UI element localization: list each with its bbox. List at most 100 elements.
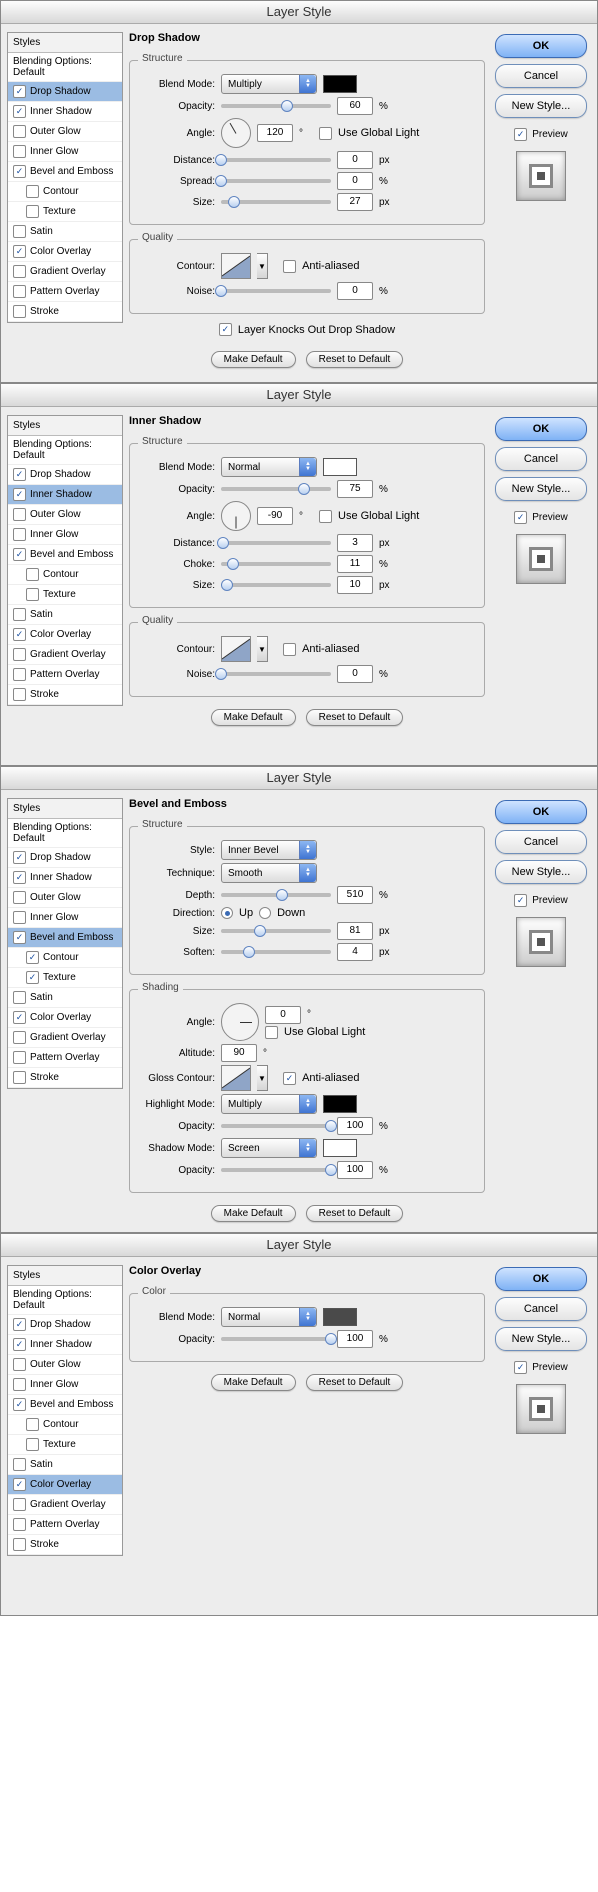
antialiased-checkbox[interactable] bbox=[283, 1072, 296, 1085]
style-checkbox[interactable] bbox=[26, 1418, 39, 1431]
size-input[interactable]: 81 bbox=[337, 922, 373, 940]
technique-select[interactable]: Smooth▲▼ bbox=[221, 863, 317, 883]
spread-input[interactable]: 0 bbox=[337, 172, 373, 190]
style-item-texture[interactable]: Texture bbox=[8, 202, 122, 222]
distance-slider[interactable] bbox=[221, 541, 331, 545]
blending-options-row[interactable]: Blending Options: Default bbox=[8, 436, 122, 465]
reset-default-button[interactable]: Reset to Default bbox=[306, 1374, 404, 1391]
blend-mode-select[interactable]: Multiply▲▼ bbox=[221, 74, 317, 94]
style-checkbox[interactable] bbox=[26, 185, 39, 198]
style-checkbox[interactable] bbox=[13, 1358, 26, 1371]
blend-mode-select[interactable]: Normal▲▼ bbox=[221, 457, 317, 477]
style-checkbox[interactable] bbox=[13, 165, 26, 178]
preview-checkbox[interactable] bbox=[514, 511, 527, 524]
cancel-button[interactable]: Cancel bbox=[495, 830, 587, 854]
ok-button[interactable]: OK bbox=[495, 1267, 587, 1291]
style-checkbox[interactable] bbox=[13, 225, 26, 238]
style-item-drop-shadow[interactable]: Drop Shadow bbox=[8, 1315, 122, 1335]
style-item-bevel-and-emboss[interactable]: Bevel and Emboss bbox=[8, 545, 122, 565]
style-checkbox[interactable] bbox=[13, 105, 26, 118]
style-checkbox[interactable] bbox=[13, 1318, 26, 1331]
style-checkbox[interactable] bbox=[13, 1051, 26, 1064]
angle-input[interactable]: 0 bbox=[265, 1006, 301, 1024]
blend-mode-select[interactable]: Normal▲▼ bbox=[221, 1307, 317, 1327]
angle-altitude-dial[interactable] bbox=[221, 1003, 259, 1041]
size-input[interactable]: 27 bbox=[337, 193, 373, 211]
noise-slider[interactable] bbox=[221, 289, 331, 293]
preview-checkbox[interactable] bbox=[514, 128, 527, 141]
color-swatch[interactable] bbox=[323, 1308, 357, 1326]
soften-slider[interactable] bbox=[221, 950, 331, 954]
preview-checkbox[interactable] bbox=[514, 894, 527, 907]
style-checkbox[interactable] bbox=[13, 1398, 26, 1411]
distance-input[interactable]: 3 bbox=[337, 534, 373, 552]
style-item-stroke[interactable]: Stroke bbox=[8, 685, 122, 705]
ok-button[interactable]: OK bbox=[495, 417, 587, 441]
preview-toggle[interactable]: Preview bbox=[514, 128, 568, 141]
cancel-button[interactable]: Cancel bbox=[495, 447, 587, 471]
contour-thumbnail[interactable] bbox=[221, 636, 251, 662]
highlight-opacity-slider[interactable] bbox=[221, 1124, 331, 1128]
size-input[interactable]: 10 bbox=[337, 576, 373, 594]
style-item-pattern-overlay[interactable]: Pattern Overlay bbox=[8, 1048, 122, 1068]
distance-input[interactable]: 0 bbox=[337, 151, 373, 169]
style-checkbox[interactable] bbox=[13, 548, 26, 561]
style-item-gradient-overlay[interactable]: Gradient Overlay bbox=[8, 1028, 122, 1048]
style-item-outer-glow[interactable]: Outer Glow bbox=[8, 1355, 122, 1375]
style-item-satin[interactable]: Satin bbox=[8, 222, 122, 242]
style-item-inner-glow[interactable]: Inner Glow bbox=[8, 525, 122, 545]
opacity-input[interactable]: 60 bbox=[337, 97, 373, 115]
soften-input[interactable]: 4 bbox=[337, 943, 373, 961]
styles-header[interactable]: Styles bbox=[8, 416, 122, 436]
make-default-button[interactable]: Make Default bbox=[211, 1205, 296, 1222]
blending-options-row[interactable]: Blending Options: Default bbox=[8, 819, 122, 848]
styles-header[interactable]: Styles bbox=[8, 1266, 122, 1286]
style-checkbox[interactable] bbox=[26, 588, 39, 601]
style-item-satin[interactable]: Satin bbox=[8, 1455, 122, 1475]
contour-dropdown-icon[interactable]: ▼ bbox=[257, 253, 268, 279]
size-slider[interactable] bbox=[221, 929, 331, 933]
style-checkbox[interactable] bbox=[13, 145, 26, 158]
style-item-inner-shadow[interactable]: Inner Shadow bbox=[8, 485, 122, 505]
choke-input[interactable]: 11 bbox=[337, 555, 373, 573]
style-checkbox[interactable] bbox=[13, 931, 26, 944]
highlight-swatch[interactable] bbox=[323, 1095, 357, 1113]
style-checkbox[interactable] bbox=[13, 508, 26, 521]
make-default-button[interactable]: Make Default bbox=[211, 709, 296, 726]
opacity-input[interactable]: 75 bbox=[337, 480, 373, 498]
style-item-inner-shadow[interactable]: Inner Shadow bbox=[8, 102, 122, 122]
style-item-inner-glow[interactable]: Inner Glow bbox=[8, 1375, 122, 1395]
knocks-out-checkbox[interactable] bbox=[219, 323, 232, 336]
highlight-opacity-input[interactable]: 100 bbox=[337, 1117, 373, 1135]
new-style-button[interactable]: New Style... bbox=[495, 477, 587, 501]
style-checkbox[interactable] bbox=[13, 688, 26, 701]
use-global-checkbox[interactable] bbox=[319, 127, 332, 140]
direction-down-radio[interactable] bbox=[259, 907, 271, 919]
blending-options-row[interactable]: Blending Options: Default bbox=[8, 53, 122, 82]
style-item-outer-glow[interactable]: Outer Glow bbox=[8, 888, 122, 908]
depth-input[interactable]: 510 bbox=[337, 886, 373, 904]
size-slider[interactable] bbox=[221, 583, 331, 587]
style-item-satin[interactable]: Satin bbox=[8, 988, 122, 1008]
style-item-color-overlay[interactable]: Color Overlay bbox=[8, 1475, 122, 1495]
noise-input[interactable]: 0 bbox=[337, 282, 373, 300]
contour-dropdown-icon[interactable]: ▼ bbox=[257, 1065, 268, 1091]
antialiased-checkbox[interactable] bbox=[283, 260, 296, 273]
style-item-stroke[interactable]: Stroke bbox=[8, 1068, 122, 1088]
style-checkbox[interactable] bbox=[13, 851, 26, 864]
style-item-stroke[interactable]: Stroke bbox=[8, 1535, 122, 1555]
preview-toggle[interactable]: Preview bbox=[514, 1361, 568, 1374]
use-global-checkbox[interactable] bbox=[265, 1026, 278, 1039]
style-checkbox[interactable] bbox=[13, 911, 26, 924]
style-item-satin[interactable]: Satin bbox=[8, 605, 122, 625]
spread-slider[interactable] bbox=[221, 179, 331, 183]
style-checkbox[interactable] bbox=[26, 568, 39, 581]
new-style-button[interactable]: New Style... bbox=[495, 94, 587, 118]
style-item-outer-glow[interactable]: Outer Glow bbox=[8, 505, 122, 525]
cancel-button[interactable]: Cancel bbox=[495, 1297, 587, 1321]
style-item-drop-shadow[interactable]: Drop Shadow bbox=[8, 465, 122, 485]
style-item-texture[interactable]: Texture bbox=[8, 968, 122, 988]
contour-thumbnail[interactable] bbox=[221, 253, 251, 279]
styles-header[interactable]: Styles bbox=[8, 799, 122, 819]
style-item-gradient-overlay[interactable]: Gradient Overlay bbox=[8, 645, 122, 665]
